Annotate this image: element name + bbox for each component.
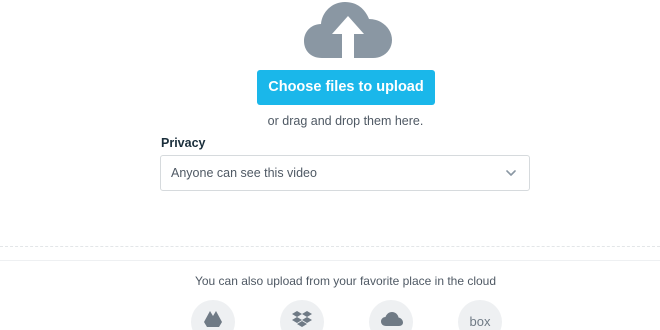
onedrive-button[interactable] <box>369 300 413 330</box>
drag-drop-hint: or drag and drop them here. <box>267 114 424 128</box>
section-divider-secondary <box>0 260 660 261</box>
dropbox-button[interactable] <box>280 300 324 330</box>
privacy-select[interactable]: Anyone can see this video <box>160 155 530 191</box>
chevron-down-icon <box>506 170 516 176</box>
box-icon: box <box>469 314 491 329</box>
choose-files-button[interactable]: Choose files to upload <box>257 70 435 105</box>
cloud-upload-hint: You can also upload from your favorite p… <box>194 274 497 288</box>
dropbox-icon <box>292 311 312 327</box>
box-button[interactable]: box <box>458 300 502 330</box>
section-divider <box>0 246 660 247</box>
cloud-upload-icon <box>304 2 392 58</box>
upload-page: Choose files to upload or drag and drop … <box>0 0 660 330</box>
onedrive-icon <box>381 312 403 326</box>
privacy-label: Privacy <box>161 136 206 150</box>
privacy-selected-value: Anyone can see this video <box>171 166 317 180</box>
google-drive-button[interactable] <box>191 300 235 330</box>
google-drive-icon <box>204 311 222 327</box>
